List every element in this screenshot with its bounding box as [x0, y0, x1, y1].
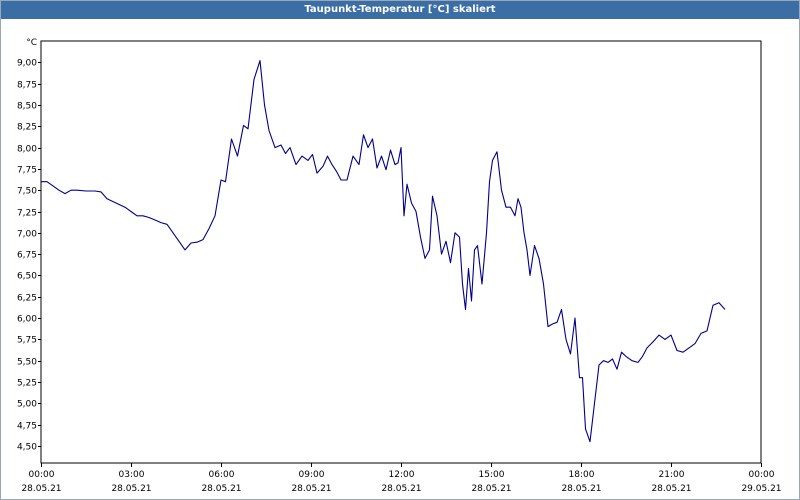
line-chart: 9,00 8,75 8,50 8,25 8,00 7,75 7,50 7,25 7,00 6,75…: [17, 38, 782, 494]
x-tick-time: 15:00: [479, 470, 505, 480]
y-tick-label: 6,75: [17, 251, 37, 261]
x-tick-time: 03:00: [119, 470, 145, 480]
y-tick-label: 6,50: [17, 272, 37, 282]
chart-window: Taupunkt-Temperatur [°C] skaliert 9,00 8,…: [0, 0, 800, 500]
x-tick-time: 06:00: [209, 470, 235, 480]
y-tick-label: 7,50: [17, 187, 37, 197]
y-tick-label: 8,25: [17, 123, 37, 133]
y-tick-label: 5,75: [17, 336, 37, 346]
y-tick-label: 4,50: [17, 443, 37, 453]
y-tick-label: 5,00: [17, 400, 37, 410]
x-tick-date: 28.05.21: [651, 484, 691, 494]
x-tick-time: 21:00: [659, 470, 685, 480]
x-tick-date: 28.05.21: [381, 484, 421, 494]
window-title: Taupunkt-Temperatur [°C] skaliert: [1, 1, 799, 19]
x-tick-date: 28.05.21: [291, 484, 331, 494]
x-tick-date: 28.05.21: [471, 484, 511, 494]
plot-frame: [40, 40, 762, 464]
y-tick-label: 5,25: [17, 379, 37, 389]
y-tick-label: 8,50: [17, 102, 37, 112]
x-tick-time: 00:00: [749, 470, 775, 480]
x-tick-time: 18:00: [569, 470, 595, 480]
x-tick-date: 29.05.21: [741, 484, 781, 494]
axes: [38, 40, 762, 467]
y-tick-label: 6,25: [17, 294, 37, 304]
x-tick-date: 28.05.21: [111, 484, 151, 494]
x-tick-date: 28.05.21: [201, 484, 241, 494]
y-tick-label: 7,25: [17, 209, 37, 219]
y-tick-label: 8,00: [17, 145, 37, 155]
y-tick-label: 4,75: [17, 422, 37, 432]
x-tick-time: 00:00: [29, 470, 55, 480]
y-tick-label: 7,75: [17, 166, 37, 176]
x-tick-time: 12:00: [389, 470, 415, 480]
y-tick-label: 9,00: [17, 59, 37, 69]
y-tick-label: 5,50: [17, 358, 37, 368]
y-tick-label: 7,00: [17, 230, 37, 240]
x-tick-date: 28.05.21: [21, 484, 61, 494]
x-tick-date: 28.05.21: [561, 484, 601, 494]
x-tick-time: 09:00: [299, 470, 325, 480]
y-tick-label: 8,75: [17, 81, 37, 91]
y-axis-unit: °C: [26, 38, 37, 48]
y-tick-label: 6,00: [17, 315, 37, 325]
